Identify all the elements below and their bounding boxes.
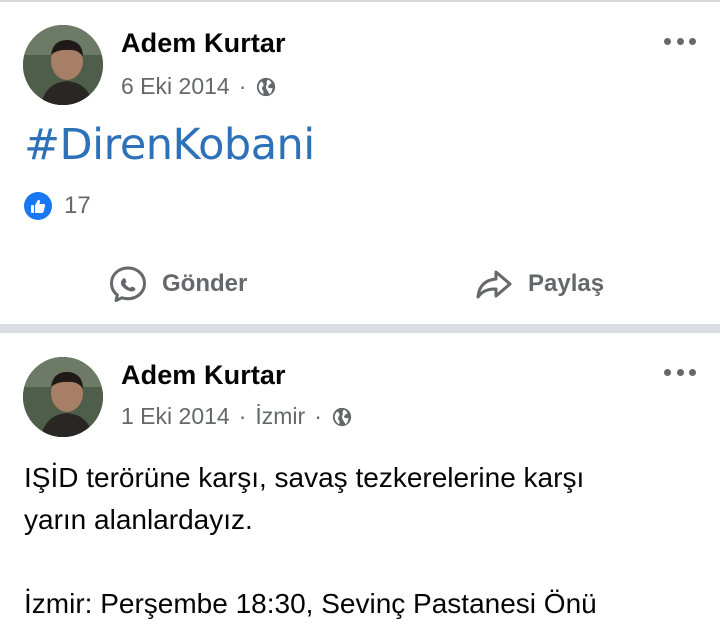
meta-separator: · — [238, 73, 247, 99]
globe-icon[interactable] — [255, 76, 277, 98]
author-avatar[interactable] — [23, 357, 103, 437]
post-date[interactable]: 6 Eki 2014 — [121, 73, 230, 100]
post-card: Adem Kurtar 6 Eki 2014 · #DirenKobani 17… — [0, 2, 720, 324]
post-text-line: IŞİD terörüne karşı, savaş tezkerelerine… — [24, 462, 585, 493]
more-options-icon[interactable] — [664, 366, 696, 378]
send-label: Gönder — [162, 270, 248, 297]
meta-separator: · — [314, 403, 322, 429]
hashtag-link[interactable]: #DirenKobani — [24, 120, 315, 170]
send-button[interactable]: Gönder — [108, 264, 247, 304]
author-name[interactable]: Adem Kurtar — [121, 360, 286, 391]
author-name[interactable]: Adem Kurtar — [121, 28, 286, 59]
reactions-summary[interactable]: 17 — [24, 192, 91, 220]
post-meta: 1 Eki 2014 · İzmir · — [121, 403, 353, 430]
messenger-icon — [110, 266, 146, 302]
share-arrow-icon — [476, 270, 512, 299]
post-text: IŞİD terörüne karşı, savaş tezkerelerine… — [24, 457, 704, 625]
post-text-line: yarın alanlardayız. — [24, 504, 253, 535]
like-count: 17 — [64, 192, 91, 219]
share-button[interactable]: Paylaş — [474, 264, 604, 304]
post-card: Adem Kurtar 1 Eki 2014 · İzmir · IŞİD te… — [0, 333, 720, 631]
meta-separator: · — [238, 403, 247, 429]
author-avatar[interactable] — [23, 25, 103, 105]
share-label: Paylaş — [528, 270, 605, 297]
post-divider — [0, 324, 720, 333]
more-options-icon[interactable] — [664, 35, 696, 47]
post-location[interactable]: İzmir — [255, 403, 305, 430]
post-meta: 6 Eki 2014 · — [121, 73, 277, 100]
post-text-line: İzmir: Perşembe 18:30, Sevinç Pastanesi … — [24, 588, 597, 619]
like-icon — [24, 192, 52, 220]
globe-icon[interactable] — [331, 406, 353, 428]
post-date[interactable]: 1 Eki 2014 — [121, 403, 230, 430]
